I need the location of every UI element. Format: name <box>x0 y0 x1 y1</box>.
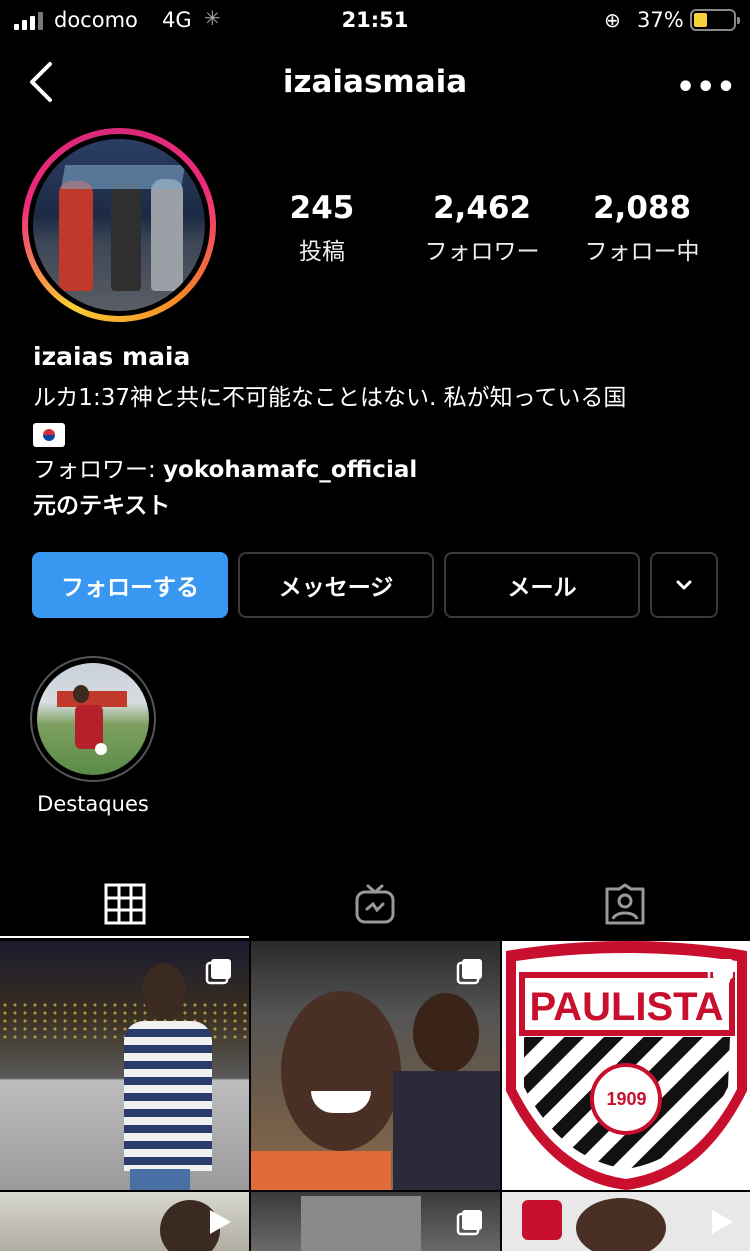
chevron-down-icon <box>676 580 692 590</box>
tab-tagged[interactable] <box>500 870 750 938</box>
rotation-lock-icon: ⊕ <box>604 8 621 32</box>
bio: ルカ1:37神と共に不可能なことはない. 私が知っている国 フォロワー: yok… <box>33 380 733 524</box>
highlight-destaques[interactable] <box>30 656 156 782</box>
tab-grid[interactable] <box>0 870 250 938</box>
stat-followers-label: フォロワー <box>424 239 540 265</box>
stat-posts[interactable]: 245 投稿 <box>247 190 397 266</box>
crest-text: PAULISTA <box>529 985 724 1029</box>
multiple-posts-icon <box>456 959 482 985</box>
post-thumbnail[interactable] <box>502 1192 750 1251</box>
bio-text: ルカ1:37神と共に不可能なことはない. 私が知っている国 <box>33 385 627 411</box>
tagged-person-icon <box>605 883 645 925</box>
email-button[interactable]: メール <box>444 552 640 618</box>
video-icon <box>712 1210 733 1234</box>
see-original-link[interactable]: 元のテキスト <box>33 488 733 524</box>
profile-username: izaiasmaia <box>282 64 468 100</box>
stat-posts-value: 245 <box>289 190 355 226</box>
avatar-photo <box>33 139 205 311</box>
battery-percent: 37% <box>637 8 684 32</box>
post-thumbnail[interactable] <box>0 1192 249 1251</box>
highlight-label: Destaques <box>37 792 149 816</box>
follow-button[interactable]: フォローする <box>32 552 228 618</box>
igtv-icon <box>355 884 395 924</box>
post-thumbnail[interactable] <box>251 941 500 1190</box>
full-name: izaias maia <box>33 342 191 371</box>
message-button[interactable]: メッセージ <box>238 552 434 618</box>
post-thumbnail[interactable] <box>0 941 249 1190</box>
followed-by-prefix: フォロワー: <box>33 457 164 483</box>
tab-igtv[interactable] <box>250 870 500 938</box>
multiple-posts-icon <box>456 1210 482 1236</box>
battery-icon <box>690 9 740 31</box>
multiple-posts-icon <box>205 959 231 985</box>
stat-followers-value: 2,462 <box>432 190 532 226</box>
stat-following[interactable]: 2,088 フォロー中 <box>567 190 717 266</box>
crest-year: 1909 <box>606 1089 647 1109</box>
profile-avatar[interactable] <box>22 128 216 322</box>
more-options-button[interactable]: ••• <box>676 70 737 105</box>
stat-following-label: フォロー中 <box>584 239 700 265</box>
grid-icon <box>104 883 146 925</box>
highlight-cover <box>37 663 149 775</box>
stat-posts-label: 投稿 <box>299 239 345 265</box>
status-bar: docomo 4G ✳ 21:51 ⊕ 37% <box>0 0 750 44</box>
post-thumbnail[interactable] <box>251 1192 500 1251</box>
post-thumbnail[interactable]: PAULISTA 1909 <box>502 941 750 1190</box>
video-icon <box>210 1210 231 1234</box>
active-tab-indicator <box>0 936 249 938</box>
korea-flag-icon <box>33 422 65 447</box>
stat-following-value: 2,088 <box>592 190 692 226</box>
stat-followers[interactable]: 2,462 フォロワー <box>407 190 557 266</box>
suggested-accounts-button[interactable] <box>650 552 718 618</box>
followed-by-user[interactable]: yokohamafc_official <box>163 457 417 483</box>
ellipsis-icon: ••• <box>676 70 737 105</box>
multiple-posts-icon <box>707 959 733 985</box>
followed-by[interactable]: フォロワー: yokohamafc_official <box>33 452 733 488</box>
